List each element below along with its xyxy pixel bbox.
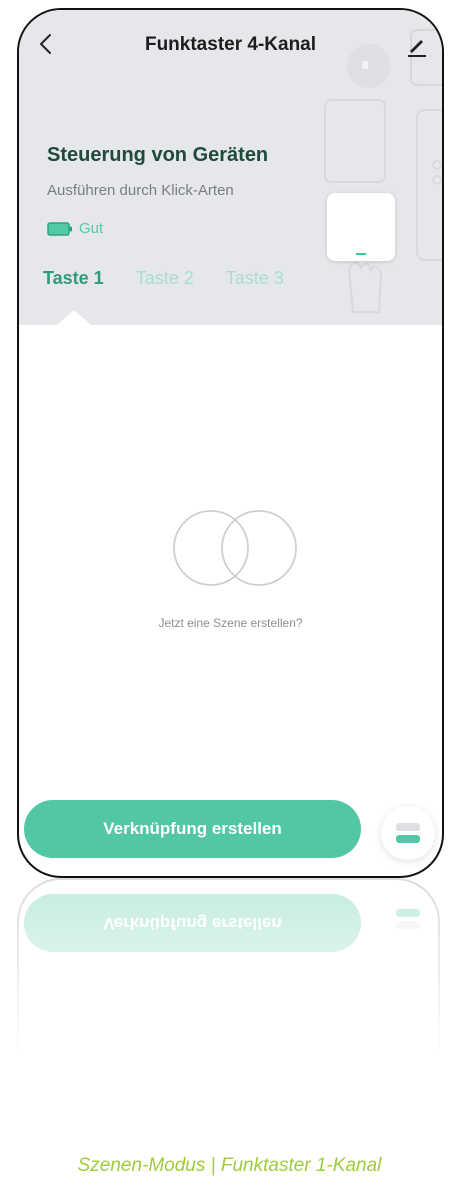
phone-frame: Funktaster 4-Kanal Steuerung von Geräten… [17, 8, 444, 878]
layout-toggle-icon [396, 823, 420, 831]
battery-label: Gut [79, 220, 104, 237]
layout-toggle-button[interactable] [381, 806, 435, 860]
create-link-button[interactable]: Verknüpfung erstellen [24, 800, 361, 858]
active-tab-indicator [57, 310, 91, 325]
hero-subline: Ausführen durch Klick-Arten [47, 182, 234, 199]
page-title: Funktaster 4-Kanal [144, 34, 317, 55]
battery-status: Gut [47, 220, 103, 237]
device-led [356, 253, 366, 255]
empty-state-text: Jetzt eine Szene erstellen? [158, 616, 303, 630]
device-illustration [327, 193, 395, 261]
phone-reflection: Verknüpfung erstellen [17, 878, 440, 1118]
battery-icon [47, 221, 72, 236]
image-caption: Szenen-Modus | Funktaster 1-Kanal [77, 1155, 382, 1176]
hero-section: Funktaster 4-Kanal Steuerung von Geräten… [19, 10, 442, 325]
tab-taste-3[interactable]: Taste 3 [226, 268, 284, 289]
overlapping-circles-icon [173, 510, 297, 586]
pencil-icon[interactable] [402, 30, 432, 60]
hero-headline: Steuerung von Geräten [47, 144, 269, 166]
tab-bar: Taste 1 Taste 2 Taste 3 [43, 268, 284, 289]
reflected-cta: Verknüpfung erstellen [24, 894, 361, 952]
reflected-toggle [381, 892, 435, 946]
tab-taste-1[interactable]: Taste 1 [43, 268, 104, 289]
tab-taste-2[interactable]: Taste 2 [136, 268, 194, 289]
